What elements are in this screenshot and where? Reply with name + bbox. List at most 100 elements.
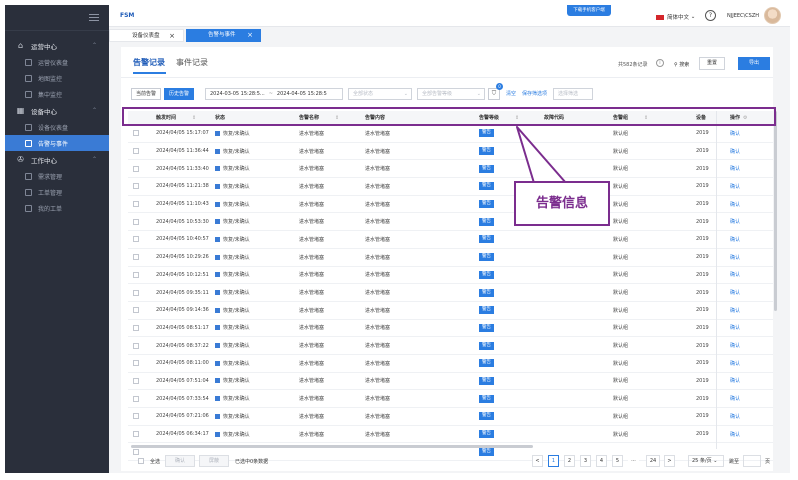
table-row[interactable]: 2024/04/05 07:51:04 恢复/未确认 进水管堵塞 进水管堵塞 警告 默认组… <box>128 373 773 391</box>
tab-alarms-events[interactable]: 告警与事件 × <box>186 29 261 42</box>
sidebar-item-map-monitor[interactable]: 地图监控 <box>5 70 109 86</box>
sort-icon[interactable]: ⇕ <box>192 115 196 121</box>
sidebar-item-workorders[interactable]: 工单管理 <box>5 184 109 200</box>
sort-icon[interactable]: ⇕ <box>515 115 519 121</box>
row-checkbox[interactable] <box>133 236 139 243</box>
page-button[interactable]: 24 <box>646 455 660 467</box>
table-row[interactable]: 2024/04/05 10:12:51 恢复/未确认 进水管堵塞 进水管堵塞 警告 默认组… <box>128 267 773 285</box>
sidebar-group-operations[interactable]: ⌂ 运营中心 ⌃ <box>5 37 109 54</box>
export-button[interactable]: 导出 <box>738 57 770 70</box>
sidebar-item-demand[interactable]: 需求管理 <box>5 168 109 184</box>
sidebar-group-work[interactable]: ✇ 工作中心 ⌃ <box>5 151 109 168</box>
sidebar-item-device-dashboard[interactable]: 设备仪表盘 <box>5 119 109 135</box>
language-select[interactable]: 简体中文 ⌄ <box>656 13 695 21</box>
page-button[interactable]: 4 <box>596 455 607 467</box>
row-checkbox[interactable] <box>133 271 139 278</box>
row-checkbox[interactable] <box>133 377 139 384</box>
table-row[interactable]: 2024/04/05 10:29:26 恢复/未确认 进水管堵塞 进水管堵塞 警告 默认组… <box>128 249 773 267</box>
row-checkbox[interactable] <box>133 395 139 402</box>
search-button[interactable]: ⚲ 搜索 <box>674 61 689 68</box>
row-checkbox[interactable] <box>133 307 139 314</box>
table-row[interactable]: 2024/04/05 09:35:11 恢复/未确认 进水管堵塞 进水管堵塞 警告 默认组… <box>128 284 773 302</box>
horizontal-scrollbar[interactable] <box>131 445 533 448</box>
date-range-picker[interactable]: 2024-03-05 15:28:5... ~2024-04-05 15:28:5 <box>205 88 343 100</box>
table-row[interactable]: 2024/04/05 11:33:40 恢复/未确认 进水管堵塞 进水管堵塞 警告 默认组… <box>128 160 773 179</box>
prev-page-button[interactable]: < <box>532 455 543 467</box>
table-row[interactable]: 2024/04/05 06:34:17 恢复/未确认 进水管堵塞 进水管堵塞 警告 默认组… <box>128 426 773 444</box>
sidebar-item-ops-dashboard[interactable]: 运营仪表盘 <box>5 54 109 70</box>
row-checkbox[interactable] <box>133 130 139 137</box>
menu-toggle-icon[interactable] <box>89 14 99 23</box>
page-button[interactable]: 1 <box>548 455 559 467</box>
row-checkbox[interactable] <box>133 324 139 331</box>
table-row[interactable]: 2024/04/05 07:33:54 恢复/未确认 进水管堵塞 进水管堵塞 警告 默认组… <box>128 390 773 408</box>
row-checkbox[interactable] <box>133 254 139 261</box>
subtab-alarm-records[interactable]: 告警记录 <box>133 57 165 68</box>
header-fault-code[interactable]: 故障代码 <box>544 111 564 124</box>
header-name[interactable]: 告警名称 ⇕ <box>299 111 339 124</box>
confirm-link[interactable]: 确认 <box>730 125 740 142</box>
tab-device-dashboard[interactable]: 设备仪表盘 × <box>109 29 184 42</box>
table-row[interactable]: 2024/04/05 08:37:22 恢复/未确认 进水管堵塞 进水管堵塞 警告 默认组… <box>128 337 773 355</box>
close-icon[interactable]: × <box>169 30 175 43</box>
row-checkbox[interactable] <box>133 360 139 367</box>
row-checkbox[interactable] <box>133 201 139 208</box>
row-checkbox[interactable] <box>133 148 139 155</box>
page-ellipsis[interactable]: ... <box>628 455 639 467</box>
sort-icon[interactable]: ⇕ <box>335 115 339 121</box>
confirm-link[interactable]: 确认 <box>730 390 740 407</box>
row-checkbox[interactable] <box>133 218 139 225</box>
row-checkbox[interactable] <box>133 289 139 296</box>
sidebar-group-devices[interactable]: ▦ 设备中心 ⌃ <box>5 102 109 119</box>
confirm-button[interactable]: 确认 <box>165 455 195 467</box>
row-checkbox[interactable] <box>133 342 139 349</box>
header-status[interactable]: 状态 <box>215 111 225 124</box>
confirm-link[interactable]: 确认 <box>730 355 740 372</box>
confirm-link[interactable]: 确认 <box>730 320 740 337</box>
confirm-link[interactable]: 确认 <box>730 231 740 248</box>
sidebar-item-my-workorders[interactable]: 我的工单 <box>5 200 109 216</box>
page-button[interactable]: 5 <box>612 455 623 467</box>
goto-page-input[interactable] <box>743 455 761 467</box>
info-icon[interactable]: i <box>656 59 664 67</box>
table-row[interactable]: 2024/04/05 11:36:44 恢复/未确认 进水管堵塞 进水管堵塞 警告 默认组… <box>128 143 773 161</box>
header-device[interactable]: 设备 <box>696 111 706 124</box>
row-checkbox[interactable] <box>133 183 139 190</box>
reset-button[interactable]: 重置 <box>699 57 725 70</box>
page-button[interactable]: 3 <box>580 455 591 467</box>
confirm-link[interactable]: 确认 <box>730 213 740 230</box>
confirm-link[interactable]: 确认 <box>730 337 740 354</box>
save-filters-link[interactable]: 保存筛选项 <box>522 90 547 97</box>
sidebar-item-central-monitor[interactable]: 集中监控 <box>5 86 109 102</box>
header-time[interactable]: 触发时间 ⇕ <box>156 111 196 124</box>
row-checkbox[interactable] <box>133 431 139 438</box>
table-row[interactable]: 2024/04/05 11:21:38 恢复/未确认 进水管堵塞 进水管堵塞 警告 默认组… <box>128 178 773 196</box>
confirm-link[interactable]: 确认 <box>730 249 740 266</box>
help-icon[interactable]: ? <box>705 10 716 21</box>
confirm-link[interactable]: 确认 <box>730 426 740 443</box>
page-button[interactable]: 2 <box>564 455 575 467</box>
sort-icon[interactable]: ⇕ <box>644 115 648 121</box>
download-app-button[interactable]: 下载手机客户端 <box>567 5 611 16</box>
header-content[interactable]: 告警内容 <box>365 111 385 124</box>
confirm-link[interactable]: 确认 <box>730 267 740 284</box>
alarm-level-select[interactable]: 全部告警等级 ⌄ <box>417 88 485 100</box>
mask-button[interactable]: 屏蔽 <box>199 455 229 467</box>
table-row[interactable]: 2024/04/05 15:17:07 恢复/未确认 进水管堵塞 进水管堵塞 警告 默认组… <box>128 125 773 143</box>
settings-icon[interactable]: ⚙ <box>743 115 747 121</box>
confirm-link[interactable]: 确认 <box>730 196 740 213</box>
history-alarms-button[interactable]: 历史告警 <box>164 88 194 100</box>
current-alarms-button[interactable]: 当前告警 <box>131 88 161 100</box>
table-row[interactable]: 2024/04/05 08:11:00 恢复/未确认 进水管堵塞 进水管堵塞 警告 默认组… <box>128 355 773 373</box>
confirm-link[interactable]: 确认 <box>730 178 740 195</box>
subtab-event-records[interactable]: 事件记录 <box>176 57 208 68</box>
header-level[interactable]: 告警等级 ⇕ <box>479 111 519 124</box>
table-row[interactable]: 2024/04/05 10:53:30 恢复/未确认 进水管堵塞 进水管堵塞 警告 默认组… <box>128 213 773 232</box>
user-name[interactable]: NJJEEC\CSZH <box>727 13 759 19</box>
confirm-link[interactable]: 确认 <box>730 160 740 177</box>
table-row[interactable]: 2024/04/05 07:21:06 恢复/未确认 进水管堵塞 进水管堵塞 警告 默认组… <box>128 408 773 426</box>
header-group[interactable]: 告警组 ⇕ <box>613 111 648 124</box>
confirm-link[interactable]: 确认 <box>730 284 740 301</box>
page-size-select[interactable]: 25 条/页 ⌄ <box>688 455 724 467</box>
confirm-link[interactable]: 确认 <box>730 373 740 390</box>
